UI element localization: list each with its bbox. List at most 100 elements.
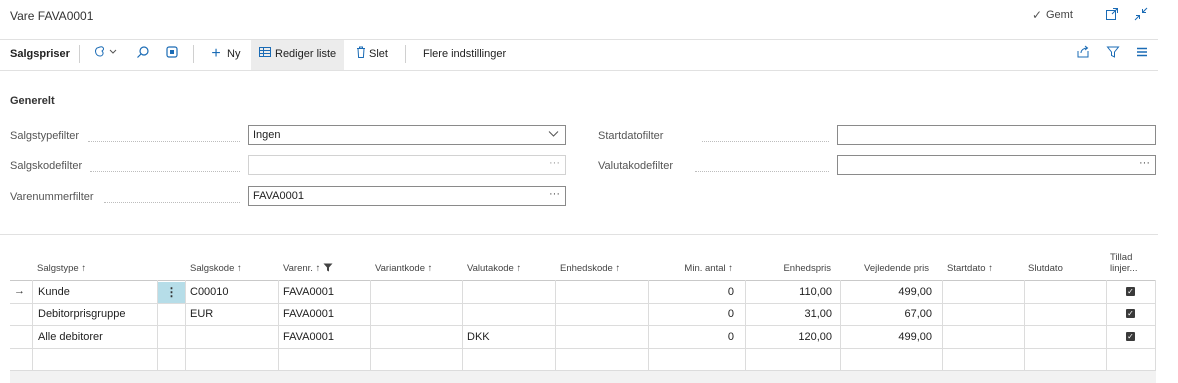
grid-col-line [1155,280,1156,371]
cell-sales-type[interactable]: Kunde [38,286,70,298]
column-header-end-date[interactable]: Slutdato [1028,263,1063,274]
currency-code-filter-label: Valutakodefilter [598,160,674,172]
start-date-filter-field[interactable] [837,125,1156,145]
cell-suggested-price[interactable]: 67,00 [844,308,932,320]
column-header-item-no[interactable]: Varenr. ↑ [283,263,333,274]
cell-unit-price[interactable]: 110,00 [748,286,832,298]
sales-code-filter-label: Salgskodefilter [10,160,83,172]
cell-item-no[interactable]: FAVA0001 [283,308,334,320]
cell-suggested-price[interactable]: 499,00 [844,331,932,343]
allow-line-discount-checkbox[interactable]: ✓ [1126,287,1135,296]
page-tab-label[interactable]: Salgspriser [10,48,70,60]
trash-icon[interactable] [352,45,370,63]
plus-icon[interactable]: + [207,45,225,63]
dotted-leader [702,141,829,142]
grid-col-line [840,280,841,371]
page-title: Vare FAVA0001 [10,9,94,23]
cell-sales-code[interactable]: EUR [190,308,213,320]
checkmark-icon: ✓ [1032,8,1043,22]
column-header-sales-code[interactable]: Salgskode ↑ [190,263,242,274]
edit-list-button[interactable]: Rediger liste [275,48,336,60]
filter-icon [323,263,333,272]
grid-col-line [555,280,556,371]
lookup-ellipsis-icon[interactable]: ··· [549,157,560,169]
edit-list-icon[interactable] [256,45,274,63]
chevron-down-icon [548,128,559,142]
column-header-allow-line-discount[interactable]: Tillad linjer... [1110,252,1137,274]
sales-code-filter-field[interactable]: ··· [248,155,566,175]
grid-row-line [10,325,1156,326]
lookup-ellipsis-icon[interactable]: ··· [549,188,560,200]
toolbar-separator [193,45,194,63]
toolbar-separator [79,45,80,63]
grid-col-line [185,280,186,371]
column-header-unit-price[interactable]: Enhedspris [748,263,831,274]
cell-min-qty[interactable]: 0 [650,308,734,320]
section-divider [0,234,1158,235]
search-icon[interactable] [134,45,152,63]
grid-col-line [1106,280,1107,371]
dotted-leader [104,202,240,203]
new-button[interactable]: Ny [227,48,240,60]
grid-col-line [745,280,746,371]
saved-status: Gemt [1046,9,1073,21]
item-no-filter-label: Varenummerfilter [10,191,94,203]
cell-item-no[interactable]: FAVA0001 [283,286,334,298]
grid-footer-bar [10,371,1156,383]
column-header-currency-code[interactable]: Valutakode ↑ [467,263,521,274]
cell-sales-type[interactable]: Debitorprisgruppe [38,308,125,320]
column-header-start-date[interactable]: Startdato ↑ [947,263,993,274]
allow-line-discount-checkbox[interactable]: ✓ [1126,309,1135,318]
column-header-unit-code[interactable]: Enhedskode ↑ [560,263,620,274]
grid-col-line [1024,280,1025,371]
grid-col-line [942,280,943,371]
header-divider [0,39,1158,40]
dotted-leader [88,141,240,142]
cell-currency-code[interactable]: DKK [467,331,490,343]
cell-sales-type[interactable]: Alle debitorer [38,331,103,343]
lookup-ellipsis-icon[interactable]: ··· [1139,157,1150,169]
currency-code-filter-field[interactable]: ··· [837,155,1156,175]
cell-unit-price[interactable]: 120,00 [748,331,832,343]
open-new-window-icon[interactable] [1104,7,1120,23]
cell-min-qty[interactable]: 0 [650,331,734,343]
grid-col-line [648,280,649,371]
delete-button[interactable]: Slet [369,48,388,60]
cell-suggested-price[interactable]: 499,00 [844,286,932,298]
grid-col-line [370,280,371,371]
sales-type-filter-value: Ingen [253,129,281,141]
grid-col-line [32,280,33,371]
column-header-suggested-price[interactable]: Vejledende pris [844,263,929,274]
cell-min-qty[interactable]: 0 [650,286,734,298]
grid-row-line [10,348,1156,349]
share-icon[interactable] [1074,45,1092,63]
ai-copilot-icon[interactable] [92,45,120,63]
more-settings-button[interactable]: Flere indstillinger [423,48,506,60]
dotted-leader [695,171,829,172]
start-date-filter-label: Startdatofilter [598,130,664,142]
analysis-icon[interactable] [163,45,181,63]
grid-col-line [278,280,279,371]
sales-type-filter-label: Salgstypefilter [10,130,80,142]
section-title: Generelt [10,95,55,107]
cell-item-no[interactable]: FAVA0001 [283,331,334,343]
column-header-sales-type[interactable]: Salgstype ↑ [37,263,86,274]
toolbar-divider [0,70,1158,71]
column-header-variant-code[interactable]: Variantkode ↑ [375,263,432,274]
grid-header-line [10,280,1156,281]
item-no-filter-field[interactable]: FAVA0001 ··· [248,186,566,206]
grid-col-line [462,280,463,371]
cell-sales-code[interactable]: C00010 [190,286,229,298]
column-header-min-qty[interactable]: Min. antal ↑ [650,263,733,274]
current-row-arrow-icon: → [14,285,25,297]
cell-unit-price[interactable]: 31,00 [748,308,832,320]
sales-type-filter-select[interactable]: Ingen [248,125,566,145]
toolbar-separator [405,45,406,63]
collapse-icon[interactable] [1133,7,1149,23]
allow-line-discount-checkbox[interactable]: ✓ [1126,332,1135,341]
item-no-filter-value: FAVA0001 [253,190,304,202]
list-view-icon[interactable] [1133,45,1151,63]
grid-row-line [10,303,1156,304]
filter-icon[interactable] [1104,45,1122,63]
row-actions-menu-button[interactable]: ⋮ [158,282,185,303]
